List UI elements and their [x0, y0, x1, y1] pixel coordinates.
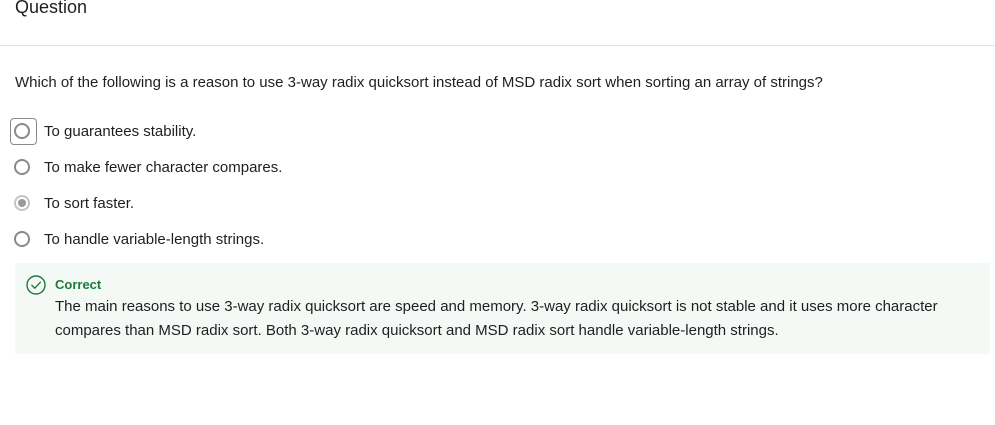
question-header: Question — [0, 0, 995, 46]
option-label[interactable]: To guarantees stability. — [44, 123, 196, 140]
option-label[interactable]: To make fewer character compares. — [44, 159, 282, 176]
page-title: Question — [15, 0, 88, 17]
option-3[interactable]: To handle variable-length strings. — [0, 221, 995, 257]
check-circle-icon — [26, 275, 46, 295]
radio-button[interactable] — [14, 231, 30, 247]
question-prompt: Which of the following is a reason to us… — [15, 74, 823, 91]
option-2[interactable]: To sort faster. — [0, 185, 995, 221]
radio-button[interactable] — [14, 123, 30, 139]
answer-options: To guarantees stability. To make fewer c… — [0, 113, 995, 257]
option-label[interactable]: To handle variable-length strings. — [44, 231, 264, 248]
option-label[interactable]: To sort faster. — [44, 195, 134, 212]
option-1[interactable]: To make fewer character compares. — [0, 149, 995, 185]
feedback-status: Correct — [55, 277, 102, 292]
option-0[interactable]: To guarantees stability. — [0, 113, 995, 149]
radio-button-selected[interactable] — [14, 195, 30, 211]
feedback-panel: Correct The main reasons to use 3-way ra… — [15, 263, 990, 354]
feedback-explanation: The main reasons to use 3-way radix quic… — [55, 298, 938, 339]
radio-button[interactable] — [14, 159, 30, 175]
